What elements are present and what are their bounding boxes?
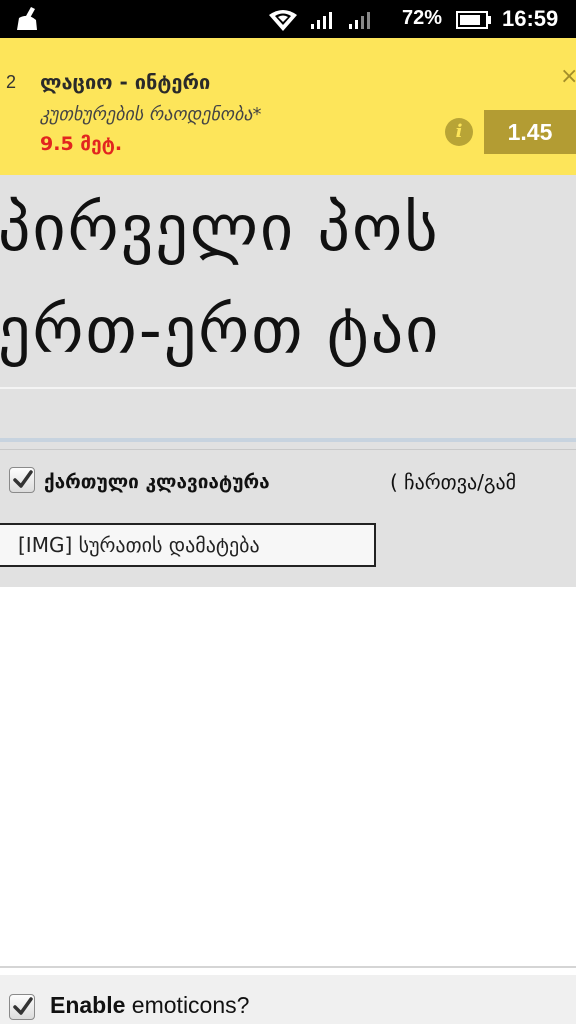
add-image-button[interactable]: [IMG] სურათის დამატება [0,523,376,567]
close-icon[interactable]: × [560,64,576,89]
clock: 16:59 [502,6,559,31]
ad-market-subtitle: კუთხურების რაოდენობა* [40,104,262,125]
georgian-keyboard-label[interactable]: ქართული კლავიატურა [44,471,270,493]
checkmark-icon [13,997,33,1015]
page-title-line-2: ერთ-ერთ ტაი [0,294,441,368]
ad-rank: 2 [6,72,17,92]
page-title-line-1: პირველი პოს [0,192,440,266]
enable-emoticons-label-rest: emoticons? [125,992,250,1018]
betting-ad-banner[interactable]: 2 ლაციო - ინტერი კუთხურების რაოდენობა* 9… [0,38,576,175]
divider [0,449,576,450]
georgian-keyboard-checkbox[interactable] [9,467,35,493]
battery-icon [456,11,491,29]
enable-emoticons-label[interactable]: Enable emoticons? [50,992,249,1019]
wifi-icon [269,10,297,31]
checkmark-icon [13,470,33,488]
divider [0,966,576,968]
ad-match-title: ლაციო - ინტერი [40,70,211,94]
battery-percent: 72% [402,7,443,29]
signal-icon [349,12,370,29]
enable-emoticons-label-bold: Enable [50,992,126,1018]
cleaner-broom-icon[interactable] [14,6,42,32]
ad-threshold: 9.5 მეტ. [40,133,123,155]
enable-emoticons-checkbox[interactable] [9,994,35,1020]
info-icon[interactable]: i [445,118,473,146]
status-bar: 72% 16:59 [0,0,576,38]
divider [0,387,576,389]
divider [0,438,576,442]
signal-icon [311,12,332,29]
odds-button[interactable]: 1.45 [484,110,576,154]
keyboard-toggle-link[interactable]: ( ჩართვა/გამ [390,470,516,494]
